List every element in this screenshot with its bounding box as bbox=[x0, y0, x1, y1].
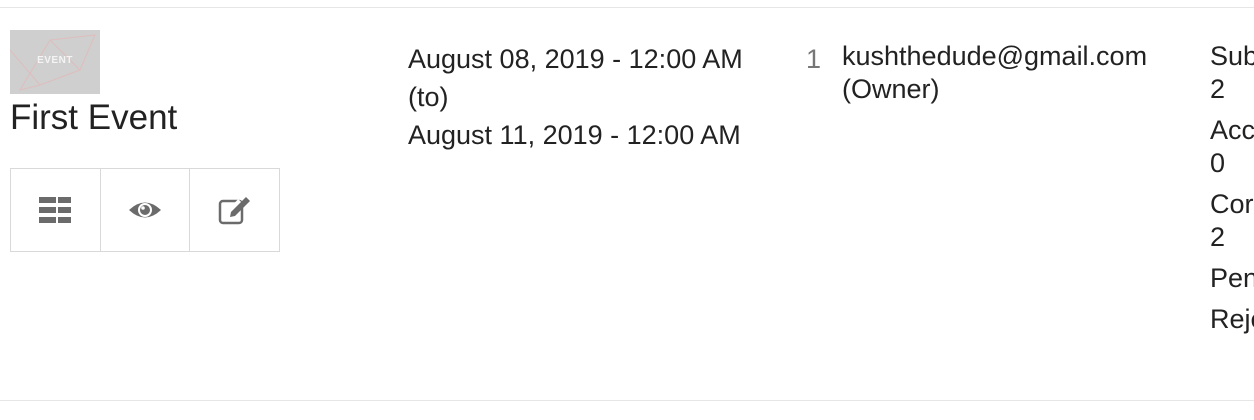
stat-label: Reje bbox=[1210, 304, 1254, 334]
owner-count: 1 bbox=[806, 44, 822, 74]
stat-label: Acc bbox=[1210, 115, 1254, 145]
stat-value: 2 bbox=[1210, 74, 1226, 104]
owner-role: (Owner) bbox=[842, 74, 940, 104]
session-stats: Sub 2 Acc 0 Cor 2 Pen Reje bbox=[1210, 40, 1254, 344]
stat-pending: Pen bbox=[1210, 262, 1254, 295]
bottom-divider bbox=[0, 400, 1254, 401]
edit-icon bbox=[218, 197, 250, 225]
stat-label: Cor bbox=[1210, 189, 1254, 219]
thumbnail-label: EVENT bbox=[37, 55, 73, 66]
stat-accepted: Acc 0 bbox=[1210, 114, 1254, 180]
edit-button[interactable] bbox=[190, 169, 279, 251]
top-divider bbox=[0, 7, 1254, 8]
owner-email: kushthedude@gmail.com bbox=[842, 41, 1148, 71]
start-date: August 08, 2019 - 12:00 AM bbox=[408, 44, 743, 74]
view-button[interactable] bbox=[101, 169, 191, 251]
event-actions bbox=[10, 168, 280, 252]
end-date: August 11, 2019 - 12:00 AM bbox=[408, 120, 741, 150]
stat-submitted: Sub 2 bbox=[1210, 40, 1254, 106]
list-icon bbox=[39, 197, 72, 223]
stat-value: 2 bbox=[1210, 222, 1226, 252]
event-dates: August 08, 2019 - 12:00 AM (to) August 1… bbox=[408, 40, 743, 154]
date-separator: (to) bbox=[408, 82, 449, 112]
stat-label: Sub bbox=[1210, 41, 1254, 71]
stat-label: Pen bbox=[1210, 263, 1254, 293]
stat-value: 0 bbox=[1210, 148, 1226, 178]
event-title[interactable]: First Event bbox=[10, 96, 177, 140]
event-thumbnail: EVENT bbox=[10, 30, 100, 94]
list-button[interactable] bbox=[11, 169, 101, 251]
owner-info: kushthedude@gmail.com (Owner) bbox=[842, 40, 1147, 106]
stat-confirmed: Cor 2 bbox=[1210, 188, 1254, 254]
stat-rejected: Reje bbox=[1210, 303, 1254, 336]
eye-icon bbox=[129, 202, 161, 218]
